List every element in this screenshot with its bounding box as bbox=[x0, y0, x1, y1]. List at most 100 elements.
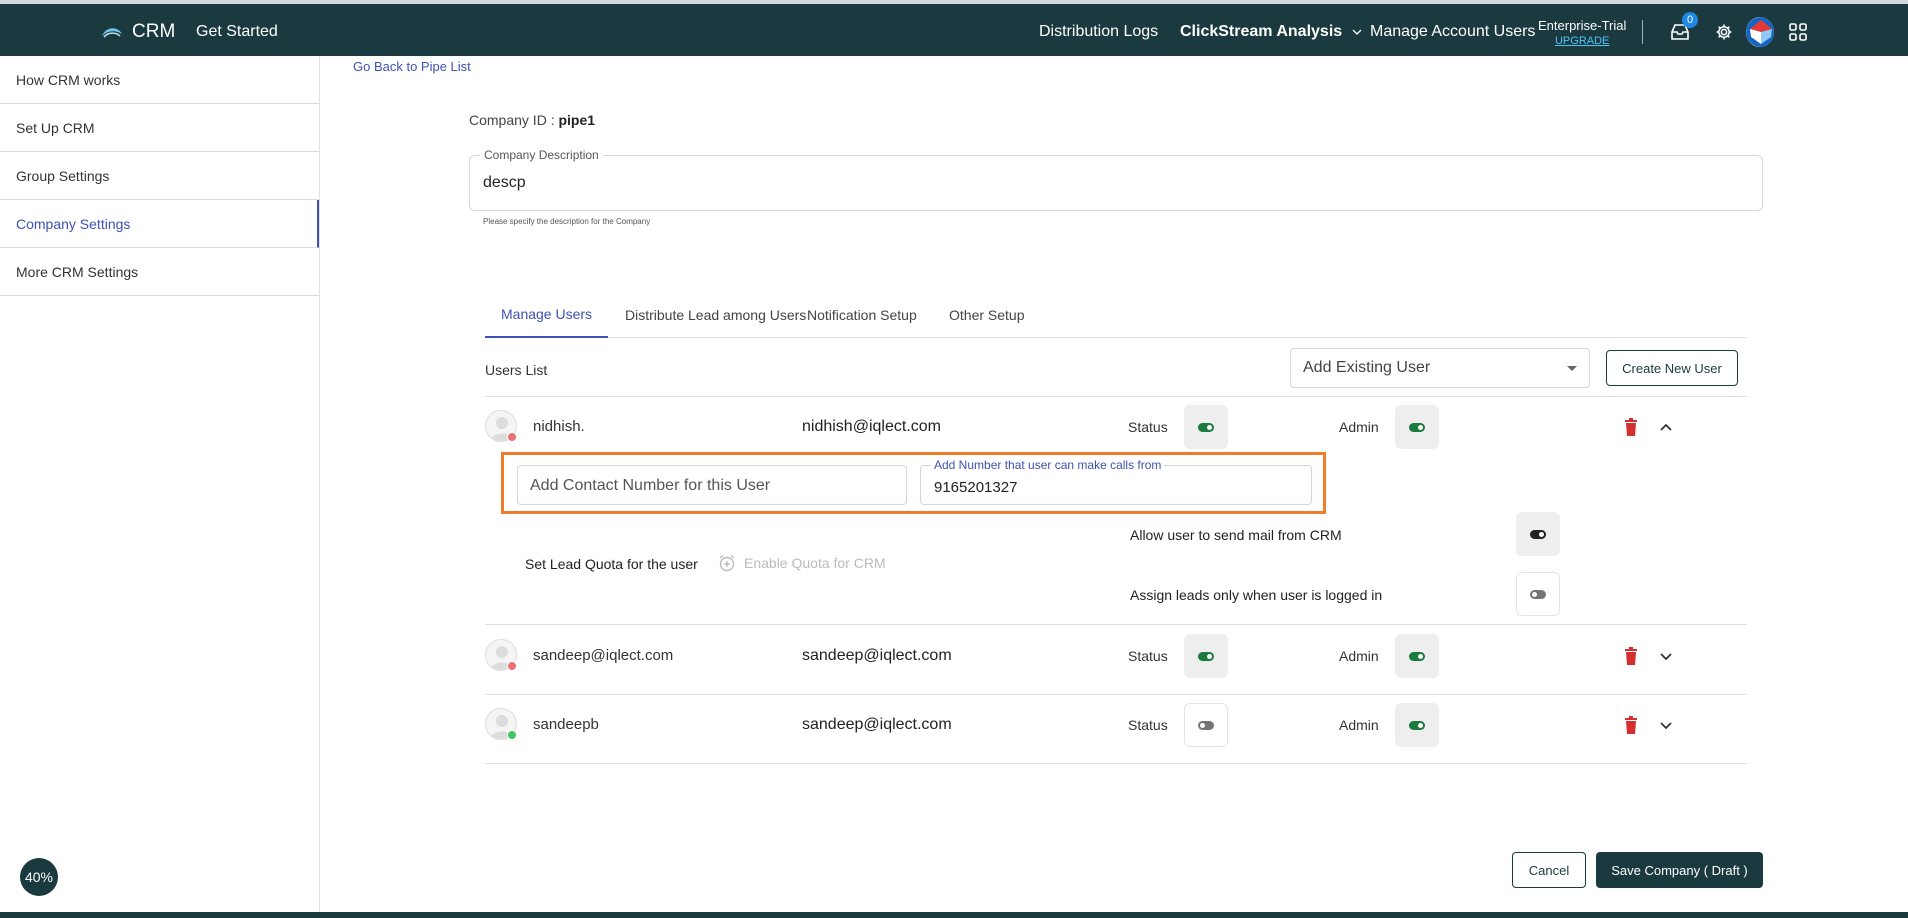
trash-icon[interactable] bbox=[1624, 716, 1638, 734]
profile-avatar bbox=[1746, 17, 1774, 47]
call-from-number-label: Add Number that user can make calls from bbox=[931, 458, 1165, 472]
add-existing-user-placeholder: Add Existing User bbox=[1303, 359, 1431, 376]
company-description-helper: Please specify the description for the C… bbox=[483, 217, 651, 226]
company-id: Company ID : pipe1 bbox=[469, 112, 595, 128]
settings-sidebar: How CRM works Set Up CRM Group Settings … bbox=[0, 56, 320, 912]
enable-quota-button[interactable]: Enable Quota for CRM bbox=[718, 554, 886, 572]
apps-button[interactable] bbox=[1784, 18, 1812, 46]
sidebar-item-more-crm-settings[interactable]: More CRM Settings bbox=[0, 248, 319, 296]
divider bbox=[485, 763, 1747, 764]
call-from-number-input[interactable]: Add Number that user can make calls from… bbox=[920, 458, 1312, 505]
admin-toggle[interactable] bbox=[1395, 703, 1439, 747]
lead-quota-label: Set Lead Quota for the user bbox=[525, 556, 698, 572]
chevron-down-icon[interactable] bbox=[1658, 648, 1674, 664]
contact-number-placeholder: Add Contact Number for this User bbox=[530, 477, 771, 494]
admin-toggle[interactable] bbox=[1395, 405, 1439, 449]
user-email: nidhish@iqlect.com bbox=[802, 418, 941, 435]
nav-manage-account-users[interactable]: Manage Account Users bbox=[1370, 16, 1535, 48]
sidebar-item-set-up-crm[interactable]: Set Up CRM bbox=[0, 104, 319, 152]
user-email: sandeep@iqlect.com bbox=[802, 716, 952, 733]
status-toggle[interactable] bbox=[1184, 405, 1228, 449]
chevron-down-icon bbox=[1352, 29, 1362, 35]
tab-manage-users[interactable]: Manage Users bbox=[485, 292, 609, 338]
user-name: nidhish. bbox=[533, 418, 585, 435]
divider bbox=[485, 624, 1747, 625]
presence-offline-indicator bbox=[507, 432, 517, 442]
trash-icon[interactable] bbox=[1624, 418, 1638, 436]
presence-online-indicator bbox=[507, 730, 517, 740]
top-navbar: CRM Get Started Distribution Logs ClickS… bbox=[0, 0, 1908, 56]
plan-name: Enterprise-Trial bbox=[1538, 17, 1627, 33]
caret-down-icon bbox=[1567, 366, 1577, 371]
crm-logo-icon bbox=[102, 28, 122, 38]
admin-label: Admin bbox=[1339, 717, 1379, 733]
header-divider bbox=[1642, 20, 1643, 44]
enable-quota-label: Enable Quota for CRM bbox=[744, 555, 886, 571]
get-started-link[interactable]: Get Started bbox=[196, 16, 278, 48]
divider bbox=[485, 694, 1747, 695]
company-description-field[interactable]: Company Description descp bbox=[469, 148, 1763, 211]
status-toggle[interactable] bbox=[1184, 703, 1228, 747]
user-name: sandeepb bbox=[533, 716, 599, 733]
gear-icon bbox=[1716, 24, 1732, 40]
nav-clickstream-label: ClickStream Analysis bbox=[1180, 23, 1343, 40]
settings-tabs: Manage Users Distribute Lead among Users… bbox=[485, 292, 1747, 338]
divider bbox=[485, 396, 1747, 397]
sidebar-item-company-settings[interactable]: Company Settings bbox=[0, 200, 319, 248]
alarm-add-icon bbox=[719, 554, 735, 572]
contact-number-input[interactable]: Add Contact Number for this User bbox=[517, 465, 907, 505]
assign-logged-in-toggle[interactable] bbox=[1516, 572, 1560, 616]
tab-other-setup[interactable]: Other Setup bbox=[933, 292, 1041, 338]
chevron-down-icon[interactable] bbox=[1658, 717, 1674, 733]
toggle-on-icon bbox=[1198, 651, 1214, 661]
toggle-off-icon bbox=[1198, 720, 1214, 730]
user-email: sandeep@iqlect.com bbox=[802, 647, 952, 664]
toggle-off-icon bbox=[1530, 589, 1546, 599]
sidebar-item-group-settings[interactable]: Group Settings bbox=[0, 152, 319, 200]
status-label: Status bbox=[1128, 419, 1168, 435]
nav-distribution-logs[interactable]: Distribution Logs bbox=[1039, 16, 1158, 48]
status-toggle[interactable] bbox=[1184, 634, 1228, 678]
presence-offline-indicator bbox=[507, 661, 517, 671]
cancel-button[interactable]: Cancel bbox=[1512, 852, 1586, 888]
settings-button[interactable] bbox=[1710, 18, 1738, 46]
admin-toggle[interactable] bbox=[1395, 634, 1439, 678]
inbox-button[interactable]: 0 bbox=[1666, 12, 1698, 46]
app-name: CRM bbox=[132, 21, 176, 42]
company-id-value: pipe1 bbox=[558, 112, 596, 128]
company-description-label: Company Description bbox=[480, 148, 603, 162]
admin-label: Admin bbox=[1339, 419, 1379, 435]
users-list-title: Users List bbox=[485, 362, 548, 378]
status-label: Status bbox=[1128, 717, 1168, 733]
toggle-on-icon bbox=[1409, 422, 1425, 432]
upgrade-link[interactable]: UPGRADE bbox=[1555, 35, 1609, 47]
save-company-draft-button[interactable]: Save Company ( Draft ) bbox=[1596, 852, 1763, 888]
profile-avatar-icon bbox=[1746, 17, 1774, 47]
toggle-on-icon bbox=[1409, 720, 1425, 730]
back-to-pipe-list-link[interactable]: Go Back to Pipe List bbox=[353, 59, 471, 74]
trash-icon[interactable] bbox=[1624, 647, 1638, 665]
inbox-count-badge: 0 bbox=[1682, 12, 1698, 28]
toggle-on-icon bbox=[1530, 529, 1546, 539]
nav-clickstream-analysis[interactable]: ClickStream Analysis bbox=[1180, 16, 1362, 48]
apps-grid-icon bbox=[1789, 23, 1807, 41]
status-label: Status bbox=[1128, 648, 1168, 664]
assign-logged-in-label: Assign leads only when user is logged in bbox=[1130, 587, 1383, 603]
user-profile-button[interactable] bbox=[1746, 17, 1774, 47]
toggle-on-icon bbox=[1198, 422, 1214, 432]
setup-progress-badge[interactable]: 40% bbox=[20, 858, 58, 896]
allow-mail-label: Allow user to send mail from CRM bbox=[1130, 527, 1342, 543]
allow-mail-toggle[interactable] bbox=[1516, 512, 1560, 556]
app-logo[interactable]: CRM bbox=[100, 16, 175, 48]
add-existing-user-select[interactable]: Add Existing User bbox=[1290, 348, 1590, 388]
sidebar-item-how-crm-works[interactable]: How CRM works bbox=[0, 56, 319, 104]
admin-label: Admin bbox=[1339, 648, 1379, 664]
chevron-up-icon[interactable] bbox=[1658, 419, 1674, 435]
tab-notification-setup[interactable]: Notification Setup bbox=[791, 292, 933, 338]
create-new-user-button[interactable]: Create New User bbox=[1606, 350, 1738, 386]
company-id-label: Company ID : bbox=[469, 112, 555, 128]
plan-info: Enterprise-Trial UPGRADE bbox=[1538, 14, 1626, 50]
user-name: sandeep@iqlect.com bbox=[533, 647, 674, 664]
toggle-on-icon bbox=[1409, 651, 1425, 661]
call-from-number-value: 9165201327 bbox=[934, 479, 1018, 496]
